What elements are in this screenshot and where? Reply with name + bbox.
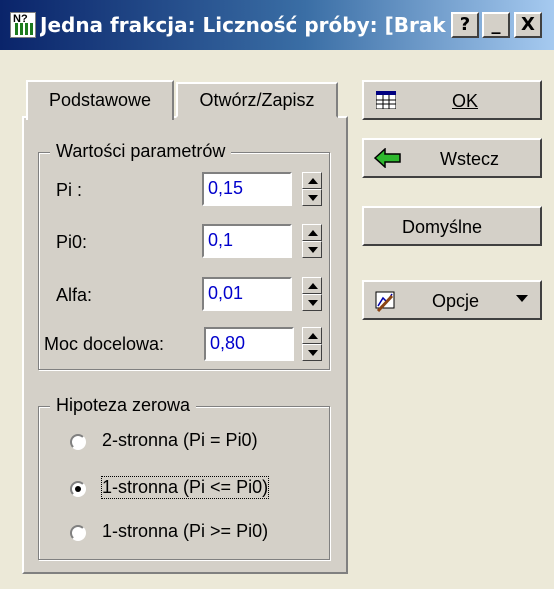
spin-down-icon[interactable]	[302, 344, 322, 361]
params-legend: Wartości parametrów	[50, 141, 232, 162]
param-label-alfa: Alfa:	[56, 285, 93, 305]
param-input-moc[interactable]: 0,80	[204, 327, 294, 361]
spin-up-icon[interactable]	[302, 172, 322, 189]
title-bar[interactable]: N? Jedna frakcja: Liczność próby: [Brak …	[0, 0, 554, 50]
hypothesis-legend: Hipoteza zerowa	[50, 395, 197, 416]
tab-otworz-zapisz[interactable]: Otwórz/Zapisz	[176, 82, 338, 118]
spin-down-icon[interactable]	[302, 189, 322, 206]
back-label: Wstecz	[440, 149, 500, 169]
options-label: Opcje	[432, 291, 480, 311]
ok-label: OK	[452, 91, 479, 111]
param-input-pi[interactable]: 0,15	[202, 172, 292, 206]
help-button[interactable]: ?	[451, 12, 479, 38]
minimize-button[interactable]: _	[482, 12, 510, 38]
ok-button[interactable]: OK	[362, 80, 542, 120]
tab-podstawowe[interactable]: Podstawowe	[26, 80, 174, 120]
spin-up-icon[interactable]	[302, 224, 322, 241]
param-input-alfa[interactable]: 0,01	[202, 277, 292, 311]
param-label-moc: Moc docelowa:	[44, 334, 165, 354]
app-icon-bars	[15, 23, 33, 35]
chevron-down-icon	[516, 295, 528, 302]
radio-one-sided-ge[interactable]	[70, 525, 86, 541]
dialog-window: N? Jedna frakcja: Liczność próby: [Brak …	[0, 0, 554, 589]
radio-label-one-sided-le[interactable]: 1-stronna (Pi <= Pi0)	[100, 476, 270, 499]
options-icon	[375, 291, 395, 312]
defaults-button[interactable]: Domyślne	[362, 206, 542, 246]
param-spinner-alfa[interactable]	[302, 277, 322, 311]
param-spinner-pi[interactable]	[302, 172, 322, 206]
radio-label-two-sided[interactable]: 2-stronna (Pi = Pi0)	[102, 430, 258, 451]
table-icon	[376, 91, 396, 109]
radio-label-one-sided-ge[interactable]: 1-stronna (Pi >= Pi0)	[102, 521, 268, 542]
radio-one-sided-le[interactable]	[70, 481, 86, 497]
options-button[interactable]: Opcje	[362, 280, 542, 320]
spin-up-icon[interactable]	[302, 277, 322, 294]
radio-two-sided[interactable]	[70, 434, 86, 450]
param-input-pi0[interactable]: 0,1	[202, 224, 292, 258]
back-arrow-icon	[374, 148, 401, 168]
param-spinner-moc[interactable]	[302, 327, 322, 361]
param-label-pi: Pi :	[56, 180, 83, 200]
defaults-label: Domyślne	[402, 217, 483, 237]
param-label-pi0: Pi0:	[56, 232, 88, 252]
spin-down-icon[interactable]	[302, 294, 322, 311]
spin-up-icon[interactable]	[302, 327, 322, 344]
spin-down-icon[interactable]	[302, 241, 322, 258]
back-button[interactable]: Wstecz	[362, 138, 542, 178]
close-button[interactable]: X	[514, 12, 542, 38]
app-icon: N?	[10, 12, 36, 38]
param-spinner-pi0[interactable]	[302, 224, 322, 258]
window-title: Jedna frakcja: Liczność próby: [Brak	[40, 13, 446, 37]
